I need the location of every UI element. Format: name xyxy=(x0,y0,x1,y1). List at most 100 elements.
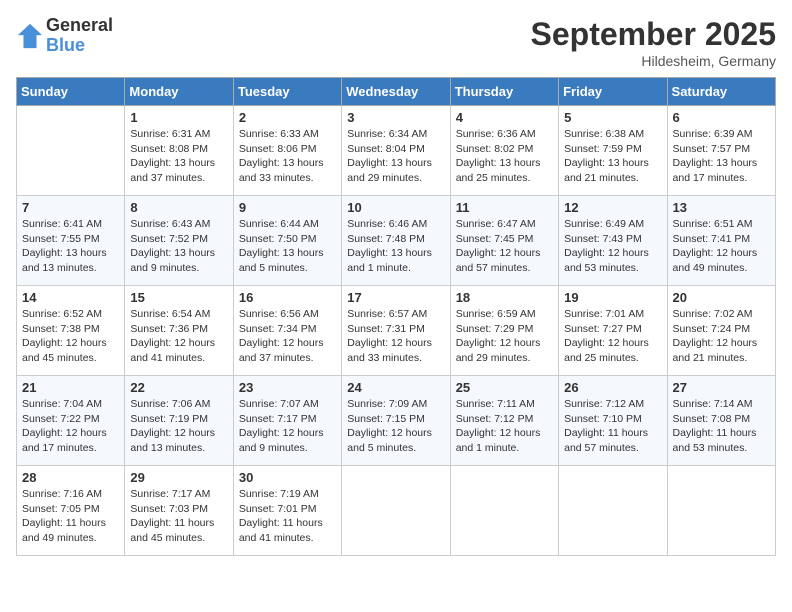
calendar-cell: 4Sunrise: 6:36 AMSunset: 8:02 PMDaylight… xyxy=(450,106,558,196)
day-number: 5 xyxy=(564,110,661,125)
logo: General Blue xyxy=(16,16,113,56)
calendar-cell: 7 Sunrise: 6:41 AMSunset: 7:55 PMDaylight… xyxy=(17,196,125,286)
calendar-cell: 29Sunrise: 7:17 AMSunset: 7:03 PMDayligh… xyxy=(125,466,233,556)
calendar-table: SundayMondayTuesdayWednesdayThursdayFrid… xyxy=(16,77,776,556)
calendar-cell: 8 Sunrise: 6:43 AMSunset: 7:52 PMDaylight… xyxy=(125,196,233,286)
calendar-cell: 21Sunrise: 7:04 AMSunset: 7:22 PMDayligh… xyxy=(17,376,125,466)
day-info: Sunrise: 7:09 AMSunset: 7:15 PMDaylight:… xyxy=(347,397,444,456)
day-number: 8 xyxy=(130,200,227,215)
day-info: Sunrise: 7:02 AMSunset: 7:24 PMDaylight:… xyxy=(673,307,770,366)
logo-general: General xyxy=(46,16,113,36)
calendar-cell xyxy=(342,466,450,556)
title-block: September 2025 Hildesheim, Germany xyxy=(531,16,776,69)
day-number: 27 xyxy=(673,380,770,395)
month-title: September 2025 xyxy=(531,16,776,53)
day-info: Sunrise: 6:39 AMSunset: 7:57 PMDaylight:… xyxy=(673,127,770,186)
day-number: 23 xyxy=(239,380,336,395)
calendar-header: SundayMondayTuesdayWednesdayThursdayFrid… xyxy=(17,78,776,106)
calendar-cell xyxy=(450,466,558,556)
day-info: Sunrise: 6:31 AMSunset: 8:08 PMDaylight:… xyxy=(130,127,227,186)
location: Hildesheim, Germany xyxy=(531,53,776,69)
day-info: Sunrise: 6:44 AMSunset: 7:50 PMDaylight:… xyxy=(239,217,336,276)
day-number: 7 xyxy=(22,200,119,215)
day-info: Sunrise: 6:33 AMSunset: 8:06 PMDaylight:… xyxy=(239,127,336,186)
day-number: 25 xyxy=(456,380,553,395)
day-number: 19 xyxy=(564,290,661,305)
day-number: 3 xyxy=(347,110,444,125)
week-row-1: 1 Sunrise: 6:31 AMSunset: 8:08 PMDaylight… xyxy=(17,106,776,196)
day-info: Sunrise: 6:52 AMSunset: 7:38 PMDaylight:… xyxy=(22,307,119,366)
calendar-cell: 13 Sunrise: 6:51 AMSunset: 7:41 PMDayligh… xyxy=(667,196,775,286)
day-info: Sunrise: 6:54 AMSunset: 7:36 PMDaylight:… xyxy=(130,307,227,366)
calendar-cell: 30Sunrise: 7:19 AMSunset: 7:01 PMDayligh… xyxy=(233,466,341,556)
day-number: 1 xyxy=(130,110,227,125)
calendar-cell: 3Sunrise: 6:34 AMSunset: 8:04 PMDaylight… xyxy=(342,106,450,196)
day-number: 13 xyxy=(673,200,770,215)
day-number: 2 xyxy=(239,110,336,125)
day-info: Sunrise: 7:07 AMSunset: 7:17 PMDaylight:… xyxy=(239,397,336,456)
calendar-cell: 2 Sunrise: 6:33 AMSunset: 8:06 PMDaylight… xyxy=(233,106,341,196)
calendar-cell: 23 Sunrise: 7:07 AMSunset: 7:17 PMDayligh… xyxy=(233,376,341,466)
calendar-cell xyxy=(559,466,667,556)
calendar-cell: 16Sunrise: 6:56 AMSunset: 7:34 PMDayligh… xyxy=(233,286,341,376)
calendar-cell: 9 Sunrise: 6:44 AMSunset: 7:50 PMDaylight… xyxy=(233,196,341,286)
calendar-cell: 10 Sunrise: 6:46 AMSunset: 7:48 PMDayligh… xyxy=(342,196,450,286)
day-number: 16 xyxy=(239,290,336,305)
day-number: 20 xyxy=(673,290,770,305)
day-info: Sunrise: 6:43 AMSunset: 7:52 PMDaylight:… xyxy=(130,217,227,276)
week-row-2: 7 Sunrise: 6:41 AMSunset: 7:55 PMDaylight… xyxy=(17,196,776,286)
day-info: Sunrise: 7:04 AMSunset: 7:22 PMDaylight:… xyxy=(22,397,119,456)
day-info: Sunrise: 7:12 AMSunset: 7:10 PMDaylight:… xyxy=(564,397,661,456)
day-info: Sunrise: 7:16 AMSunset: 7:05 PMDaylight:… xyxy=(22,487,119,546)
day-number: 18 xyxy=(456,290,553,305)
calendar-cell: 5Sunrise: 6:38 AMSunset: 7:59 PMDaylight… xyxy=(559,106,667,196)
day-number: 4 xyxy=(456,110,553,125)
week-row-3: 14 Sunrise: 6:52 AMSunset: 7:38 PMDayligh… xyxy=(17,286,776,376)
day-number: 29 xyxy=(130,470,227,485)
logo-blue: Blue xyxy=(46,36,113,56)
calendar-cell: 28 Sunrise: 7:16 AMSunset: 7:05 PMDayligh… xyxy=(17,466,125,556)
calendar-cell: 26 Sunrise: 7:12 AMSunset: 7:10 PMDayligh… xyxy=(559,376,667,466)
header-cell-thursday: Thursday xyxy=(450,78,558,106)
day-number: 14 xyxy=(22,290,119,305)
day-info: Sunrise: 6:59 AMSunset: 7:29 PMDaylight:… xyxy=(456,307,553,366)
page-header: General Blue September 2025 Hildesheim, … xyxy=(16,16,776,69)
calendar-cell: 14 Sunrise: 6:52 AMSunset: 7:38 PMDayligh… xyxy=(17,286,125,376)
day-number: 24 xyxy=(347,380,444,395)
calendar-cell: 22 Sunrise: 7:06 AMSunset: 7:19 PMDayligh… xyxy=(125,376,233,466)
calendar-cell: 25 Sunrise: 7:11 AMSunset: 7:12 PMDayligh… xyxy=(450,376,558,466)
logo-text: General Blue xyxy=(46,16,113,56)
day-number: 12 xyxy=(564,200,661,215)
day-info: Sunrise: 7:01 AMSunset: 7:27 PMDaylight:… xyxy=(564,307,661,366)
calendar-cell xyxy=(667,466,775,556)
calendar-cell: 24 Sunrise: 7:09 AMSunset: 7:15 PMDayligh… xyxy=(342,376,450,466)
day-number: 6 xyxy=(673,110,770,125)
day-info: Sunrise: 6:46 AMSunset: 7:48 PMDaylight:… xyxy=(347,217,444,276)
week-row-5: 28 Sunrise: 7:16 AMSunset: 7:05 PMDayligh… xyxy=(17,466,776,556)
calendar-cell: 12 Sunrise: 6:49 AMSunset: 7:43 PMDayligh… xyxy=(559,196,667,286)
day-number: 26 xyxy=(564,380,661,395)
calendar-cell: 27 Sunrise: 7:14 AMSunset: 7:08 PMDayligh… xyxy=(667,376,775,466)
header-cell-saturday: Saturday xyxy=(667,78,775,106)
day-info: Sunrise: 6:41 AMSunset: 7:55 PMDaylight:… xyxy=(22,217,119,276)
day-number: 28 xyxy=(22,470,119,485)
day-info: Sunrise: 6:51 AMSunset: 7:41 PMDaylight:… xyxy=(673,217,770,276)
day-number: 10 xyxy=(347,200,444,215)
calendar-cell: 17Sunrise: 6:57 AMSunset: 7:31 PMDayligh… xyxy=(342,286,450,376)
day-info: Sunrise: 6:49 AMSunset: 7:43 PMDaylight:… xyxy=(564,217,661,276)
day-number: 22 xyxy=(130,380,227,395)
day-info: Sunrise: 7:11 AMSunset: 7:12 PMDaylight:… xyxy=(456,397,553,456)
calendar-cell: 19 Sunrise: 7:01 AMSunset: 7:27 PMDayligh… xyxy=(559,286,667,376)
calendar-cell: 6 Sunrise: 6:39 AMSunset: 7:57 PMDaylight… xyxy=(667,106,775,196)
day-info: Sunrise: 6:47 AMSunset: 7:45 PMDaylight:… xyxy=(456,217,553,276)
header-cell-friday: Friday xyxy=(559,78,667,106)
calendar-cell: 20 Sunrise: 7:02 AMSunset: 7:24 PMDayligh… xyxy=(667,286,775,376)
header-cell-sunday: Sunday xyxy=(17,78,125,106)
day-number: 9 xyxy=(239,200,336,215)
calendar-body: 1 Sunrise: 6:31 AMSunset: 8:08 PMDaylight… xyxy=(17,106,776,556)
day-info: Sunrise: 6:57 AMSunset: 7:31 PMDaylight:… xyxy=(347,307,444,366)
day-number: 11 xyxy=(456,200,553,215)
day-info: Sunrise: 7:06 AMSunset: 7:19 PMDaylight:… xyxy=(130,397,227,456)
calendar-cell: 15Sunrise: 6:54 AMSunset: 7:36 PMDayligh… xyxy=(125,286,233,376)
day-info: Sunrise: 7:14 AMSunset: 7:08 PMDaylight:… xyxy=(673,397,770,456)
